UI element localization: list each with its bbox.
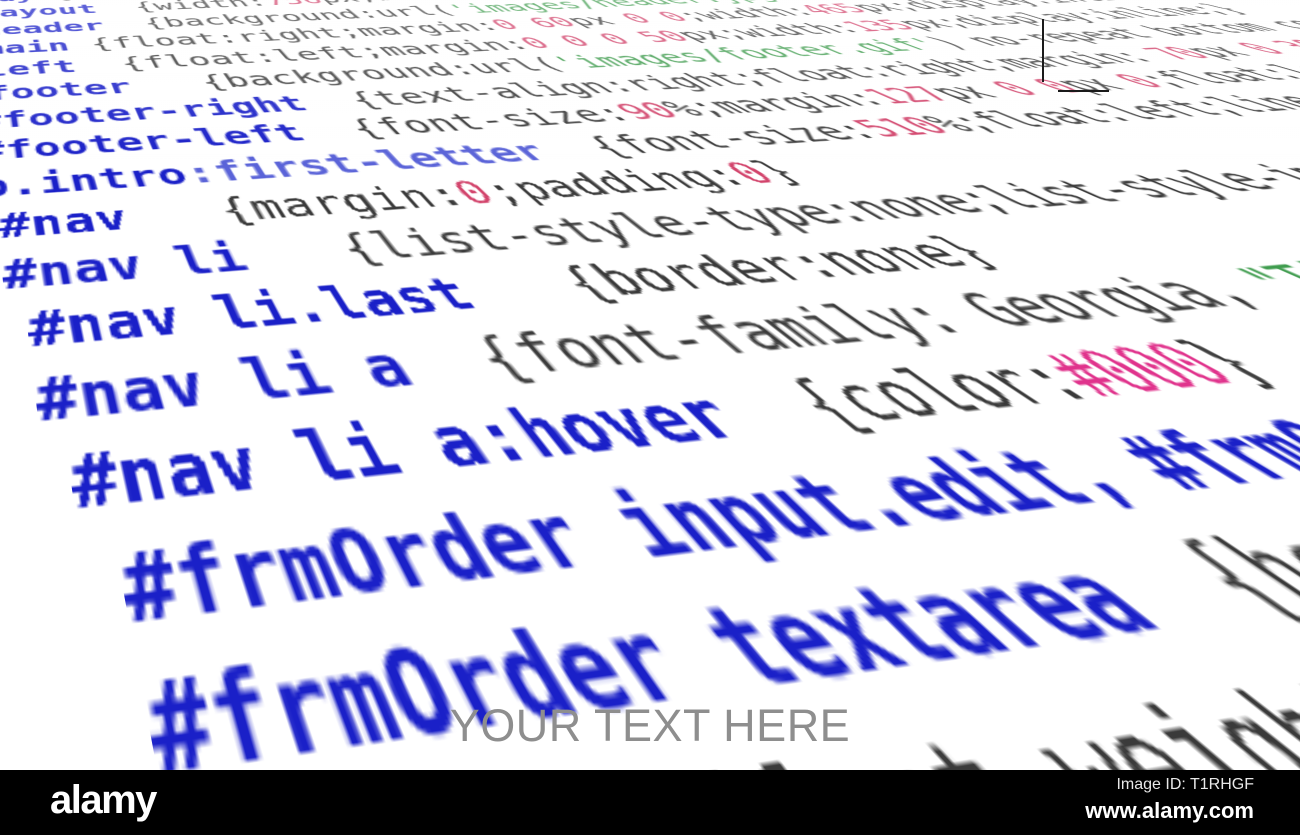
alamy-logo: alamy <box>50 778 157 822</box>
alamy-footer-bar: alamy Image ID: T1RHGF www.alamy.com <box>0 770 1300 835</box>
site-url-label: www.alamy.com <box>1085 798 1254 823</box>
css-code-photo: * {margin:0;padding:0} a img {border:non… <box>0 0 1300 770</box>
code-line-list: * {margin:0;padding:0} a img {border:non… <box>0 0 1300 770</box>
screenshot-canvas: * {margin:0;padding:0} a img {border:non… <box>0 0 1300 835</box>
image-id-label: Image ID: T1RHGF <box>1116 776 1254 793</box>
vertical-rule-artifact <box>1042 19 1044 82</box>
watermark-text: YOUR TEXT HERE <box>449 700 851 751</box>
perspective-plane: * {margin:0;padding:0} a img {border:non… <box>0 0 1300 770</box>
horizontal-rule-artifact <box>1058 90 1109 92</box>
